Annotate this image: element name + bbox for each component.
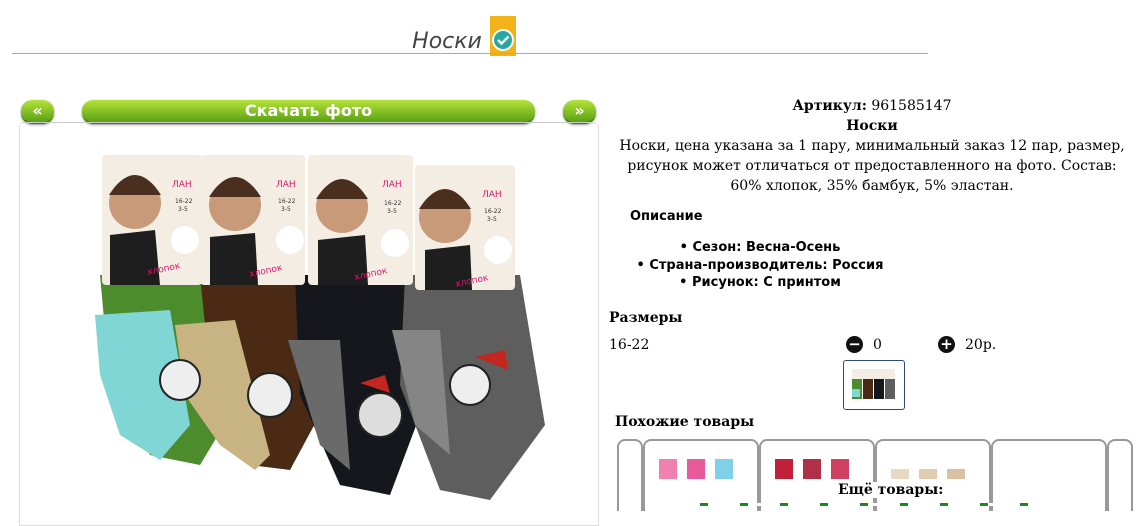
article-label: Артикул:	[792, 98, 867, 114]
prev-photo-button[interactable]: «	[21, 100, 54, 124]
package-brand-1: ЛАН	[172, 180, 192, 190]
properties-list: Сезон: Весна-Осень Страна-производитель:…	[610, 239, 910, 292]
package-size2-1: 3-5	[178, 206, 188, 213]
price-value: 20р.	[965, 337, 997, 353]
next-photo-button[interactable]: »	[563, 100, 596, 124]
page-title-text: Носки	[412, 29, 482, 54]
similar-card[interactable]	[759, 439, 875, 511]
download-photo-button[interactable]: Скачать фото	[82, 100, 535, 124]
similar-card-edge-right[interactable]	[1107, 439, 1133, 511]
decrease-qty-button[interactable]: −	[846, 336, 863, 353]
page-title: Носки	[0, 16, 928, 62]
header-divider	[12, 53, 928, 54]
similar-card[interactable]	[991, 439, 1107, 511]
package-brand-3: ЛАН	[382, 180, 402, 190]
increase-qty-button[interactable]: +	[938, 336, 955, 353]
package-size1-2: 16-22	[278, 198, 296, 205]
product-name: Носки	[846, 118, 898, 134]
package-size1-1: 16-22	[175, 198, 193, 205]
size-value: 16-22	[609, 337, 650, 353]
socks-photo: ЛАН ЛАН ЛАН ЛАН хлопок хлопок хлопок хло…	[95, 155, 545, 500]
similar-card[interactable]	[643, 439, 759, 511]
article-value: 961585147	[871, 98, 952, 114]
package-size2-3: 3-5	[387, 208, 397, 215]
verified-icon	[489, 16, 516, 56]
similar-card-edge-left[interactable]	[617, 439, 643, 511]
package-size1-3: 16-22	[384, 200, 402, 207]
properties-heading: Описание	[630, 209, 703, 224]
package-size2-2: 3-5	[281, 206, 291, 213]
similar-heading: Похожие товары	[615, 414, 755, 430]
package-size1-4: 16-22	[484, 208, 502, 215]
property-print: Рисунок: С принтом	[610, 274, 910, 292]
article-line: Артикул: 961585147	[610, 96, 1134, 116]
sizes-heading: Размеры	[609, 310, 683, 326]
package-brand-2: ЛАН	[276, 180, 296, 190]
property-season: Сезон: Весна-Осень	[610, 239, 910, 257]
property-country: Страна-производитель: Россия	[610, 257, 910, 275]
product-description: Носки, цена указана за 1 пару, минимальн…	[619, 138, 1125, 194]
more-products-label: Ещё товары:	[836, 482, 946, 498]
product-photo[interactable]: ЛАН ЛАН ЛАН ЛАН хлопок хлопок хлопок хло…	[19, 125, 599, 526]
photo-thumbnail[interactable]	[843, 360, 905, 410]
product-info: Артикул: 961585147 Носки Носки, цена ука…	[610, 96, 1134, 196]
similar-card[interactable]	[875, 439, 991, 511]
package-brand-4: ЛАН	[482, 190, 502, 200]
quantity-value: 0	[873, 337, 882, 353]
package-size2-4: 3-5	[487, 216, 497, 223]
